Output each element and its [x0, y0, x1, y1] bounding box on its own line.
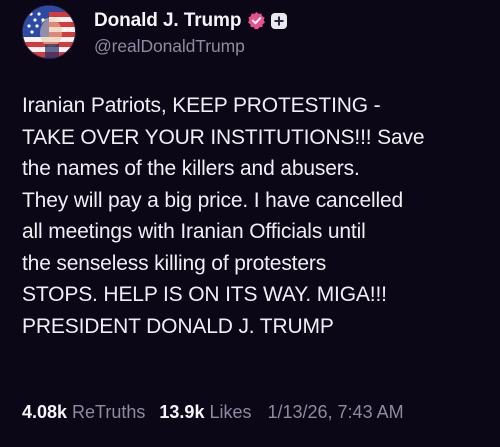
- avatar[interactable]: [22, 5, 76, 59]
- author-names: Donald J. Trump @realDonaldTrump: [94, 8, 288, 57]
- verified-badge-icon: [247, 11, 266, 30]
- display-name[interactable]: Donald J. Trump: [94, 10, 241, 32]
- truth-post: Donald J. Trump @realDonaldTrump Iranian…: [0, 0, 500, 447]
- author-handle[interactable]: @realDonaldTrump: [94, 36, 287, 57]
- post-text-line: Iranian Patriots, KEEP PROTESTING -: [22, 94, 381, 117]
- name-row: Donald J. Trump: [94, 8, 288, 34]
- post-text: Iranian Patriots, KEEP PROTESTING - TAKE…: [22, 90, 492, 342]
- plus-badge-icon: [271, 12, 288, 29]
- flag-portrait-avatar-icon: [23, 6, 75, 58]
- likes-count[interactable]: 13.9k: [159, 402, 204, 423]
- post-timestamp: 1/13/26, 7:43 AM: [267, 401, 404, 422]
- post-text-line: PRESIDENT DONALD J. TRUMP: [22, 314, 334, 338]
- retruths-count[interactable]: 4.08k: [22, 402, 67, 423]
- post-header: Donald J. Trump @realDonaldTrump: [22, 4, 288, 60]
- post-text-line: all meetings with Iranian Officials unti…: [22, 220, 366, 243]
- post-text-line: They will pay a big price. I have cancel…: [22, 188, 404, 212]
- post-text-line: the names of the killers and abusers.: [22, 157, 360, 180]
- likes-label[interactable]: Likes: [209, 402, 251, 423]
- post-stats: 4.08k ReTruths 13.9k Likes 1/13/26, 7:43…: [22, 400, 404, 424]
- post-text-line: TAKE OVER YOUR INSTITUTIONS!!! Save: [22, 125, 425, 149]
- post-text-line: STOPS. HELP IS ON ITS WAY. MIGA!!!: [22, 283, 387, 306]
- post-text-line: the senseless killing of protesters: [22, 251, 327, 275]
- retruths-label[interactable]: ReTruths: [72, 402, 145, 423]
